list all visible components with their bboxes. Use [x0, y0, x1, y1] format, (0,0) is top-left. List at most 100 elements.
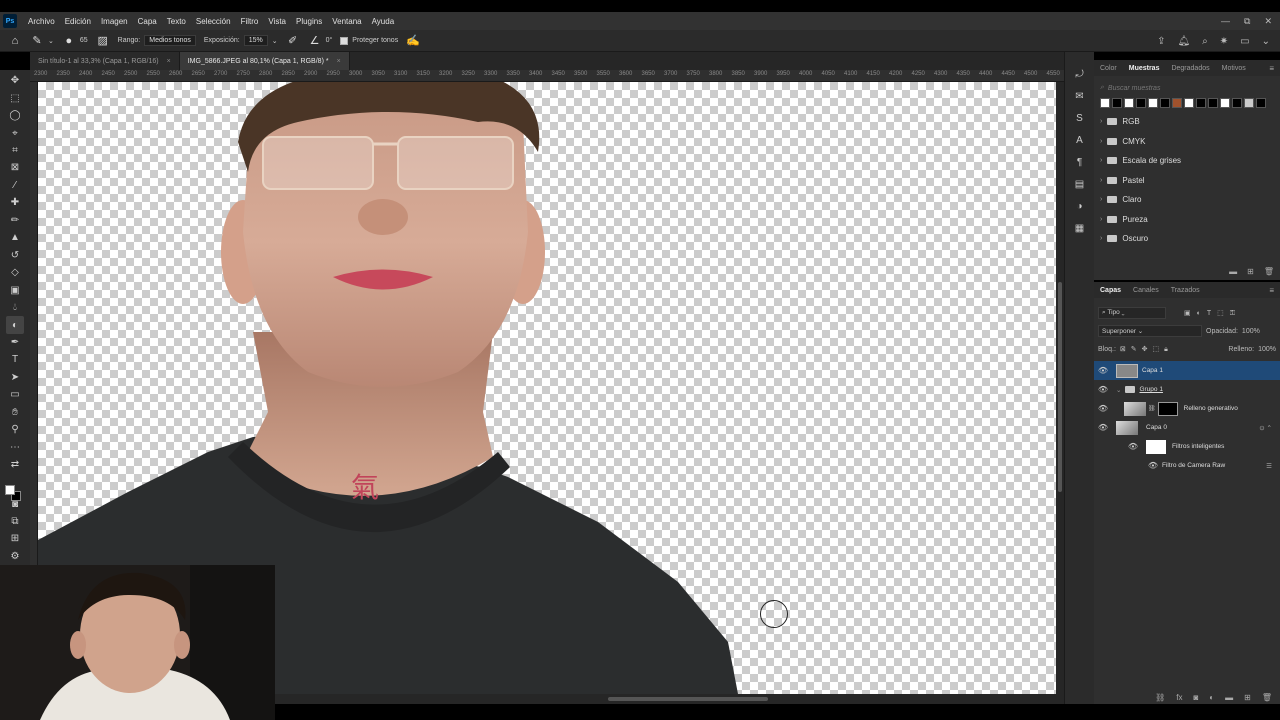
eye-icon[interactable]: 👁︎ — [1094, 423, 1112, 432]
chevron-down-icon[interactable]: ⌄ — [1116, 386, 1121, 394]
color-swatch[interactable] — [1136, 98, 1146, 108]
default-colors-icon[interactable]: ⇄ — [6, 456, 24, 473]
group-row[interactable]: 👁︎ ⌄ Grupo 1 — [1094, 380, 1280, 399]
tab-document-2[interactable]: IMG_5866.JPEG al 80,1% (Capa 1, RGB/8) *… — [179, 52, 350, 70]
scrollbar-thumb[interactable] — [1058, 282, 1062, 492]
home-icon[interactable]: ⌂ — [8, 34, 22, 48]
filter-type-icons[interactable]: ▣◐T⬚⚿ — [1184, 309, 1241, 318]
new-group-icon[interactable]: ▬ — [1225, 693, 1233, 702]
screen-mode-icon[interactable]: ⧉ — [6, 513, 24, 530]
brush-settings-icon[interactable]: ▨ — [96, 34, 110, 48]
color-swatch[interactable] — [1172, 98, 1182, 108]
artboard-icon[interactable]: ⊞ — [6, 530, 24, 547]
new-swatch-icon[interactable]: ⊞ — [1247, 267, 1254, 276]
panel-menu-icon[interactable]: ≡ — [1269, 286, 1274, 295]
history-brush-tool-icon[interactable]: ↺ — [6, 247, 24, 264]
chevron-right-icon[interactable]: › — [1100, 138, 1102, 145]
history-icon[interactable]: ⤾ — [1072, 66, 1088, 82]
tab-document-1[interactable]: Sin título-1 al 33,3% (Capa 1, RGB/16) × — [30, 52, 180, 70]
exposure-input[interactable]: 15% — [243, 35, 268, 46]
menu-archivo[interactable]: Archivo — [23, 17, 60, 26]
eraser-tool-icon[interactable]: ◇ — [6, 264, 24, 281]
chevron-right-icon[interactable]: › — [1100, 196, 1102, 203]
path-select-tool-icon[interactable]: ➤ — [6, 369, 24, 386]
range-select[interactable]: Medios tonos — [144, 35, 196, 46]
layer-name[interactable]: Relleno generativo — [1184, 405, 1238, 412]
tab-swatches[interactable]: Muestras — [1129, 65, 1160, 72]
swatch-folder[interactable]: › Pureza — [1094, 210, 1280, 230]
chevron-right-icon[interactable]: › — [1100, 118, 1102, 125]
burn-tool-icon[interactable]: ◐ — [6, 316, 24, 334]
close-icon[interactable]: × — [167, 58, 171, 65]
menu-plugins[interactable]: Plugins — [291, 17, 327, 26]
tab-patterns[interactable]: Motivos — [1222, 65, 1246, 72]
chevron-right-icon[interactable]: › — [1100, 177, 1102, 184]
smart-filter-row[interactable]: 👁︎ Filtro de Camera Raw ☰ — [1094, 456, 1280, 475]
link-layers-icon[interactable]: ⛓ — [1155, 693, 1165, 702]
menu-texto[interactable]: Texto — [162, 17, 191, 26]
menu-ventana[interactable]: Ventana — [327, 17, 366, 26]
swatch-folder[interactable]: › Oscuro — [1094, 229, 1280, 249]
menu-seleccion[interactable]: Selección — [191, 17, 236, 26]
paragraph-icon[interactable]: ¶ — [1072, 154, 1088, 170]
character-icon[interactable]: A — [1072, 132, 1088, 148]
close-icon[interactable]: ✕ — [1264, 16, 1272, 27]
search-icon[interactable]: ⌕ — [1202, 36, 1208, 47]
color-swatch[interactable] — [1100, 98, 1110, 108]
chevron-down-icon[interactable]: ⌄ — [1262, 36, 1270, 47]
bell-icon[interactable]: 🔔︎ — [1177, 36, 1190, 47]
protect-tones-checkbox[interactable] — [340, 36, 349, 45]
menu-capa[interactable]: Capa — [133, 17, 162, 26]
blend-mode-select[interactable]: Superponer ⌄ — [1098, 325, 1202, 337]
delete-icon[interactable]: 🗑︎ — [1262, 693, 1272, 702]
properties-icon[interactable]: ▦ — [1072, 220, 1088, 236]
swatch-folder[interactable]: › Escala de grises — [1094, 151, 1280, 171]
link-icon[interactable]: ⛓ — [1148, 405, 1156, 412]
swatch-folder[interactable]: › RGB — [1094, 112, 1280, 132]
tab-channels[interactable]: Canales — [1133, 287, 1159, 294]
extras-icon[interactable]: ⚙ — [6, 548, 24, 565]
close-icon[interactable]: × — [337, 58, 341, 65]
styles-icon[interactable]: S — [1072, 110, 1088, 126]
healing-brush-tool-icon[interactable]: ✚ — [6, 194, 24, 211]
rectangle-tool-icon[interactable]: ▭ — [6, 386, 24, 403]
color-swatch[interactable] — [1244, 98, 1254, 108]
eye-icon[interactable]: 👁︎ — [1094, 385, 1112, 394]
chevron-right-icon[interactable]: › — [1100, 157, 1102, 164]
share-icon[interactable]: ⇪ — [1157, 36, 1165, 47]
stamp-tool-icon[interactable]: ▲ — [6, 229, 24, 246]
panel-menu-icon[interactable]: ≡ — [1269, 64, 1274, 73]
marquee-tool-icon[interactable]: ⬚ — [6, 89, 24, 106]
new-group-icon[interactable]: ▬ — [1229, 267, 1237, 276]
new-layer-icon[interactable]: ⊞ — [1244, 693, 1251, 702]
frame-tool-icon[interactable]: ⊠ — [6, 159, 24, 176]
layer-name[interactable]: Capa 0 — [1146, 424, 1167, 431]
hand-tool-icon[interactable]: ✋︎ — [6, 404, 24, 421]
eye-icon[interactable]: 👁︎ — [1144, 461, 1162, 470]
smart-filters-row[interactable]: 👁︎ Filtros inteligentes — [1094, 437, 1280, 456]
chevron-down-icon[interactable]: ⌄ — [272, 37, 278, 45]
layer-name[interactable]: Grupo 1 — [1139, 386, 1163, 393]
color-swatch[interactable] — [1256, 98, 1266, 108]
color-swatch[interactable] — [1112, 98, 1122, 108]
menu-filtro[interactable]: Filtro — [236, 17, 264, 26]
color-swatch[interactable] — [1160, 98, 1170, 108]
layer-name[interactable]: Filtro de Camera Raw — [1162, 462, 1225, 469]
discover-icon[interactable]: ✷ — [1220, 36, 1228, 47]
swatch-folder[interactable]: › CMYK — [1094, 132, 1280, 152]
protect-tones-toggle[interactable]: Proteger tonos — [340, 36, 398, 45]
eye-icon[interactable]: 👁︎ — [1094, 404, 1112, 413]
add-mask-icon[interactable]: ◙ — [1193, 693, 1198, 702]
move-tool-icon[interactable]: ✥ — [6, 72, 24, 89]
layer-name[interactable]: Filtros inteligentes — [1172, 443, 1224, 450]
eye-icon[interactable]: 👁︎ — [1094, 366, 1112, 375]
chevron-down-icon[interactable]: ⌄ — [48, 37, 54, 45]
type-tool-icon[interactable]: T — [6, 351, 24, 368]
minimize-icon[interactable]: — — [1221, 16, 1230, 26]
crop-tool-icon[interactable]: ⌗ — [6, 142, 24, 159]
opacity-input[interactable]: 100% — [1242, 328, 1260, 335]
color-swatch[interactable] — [1124, 98, 1134, 108]
layer-row[interactable]: 👁︎ Capa 0 ⊙ ⌃ — [1094, 418, 1280, 437]
layer-filter-select[interactable]: ⌕ Tipo ⌄ — [1098, 307, 1166, 319]
menu-edicion[interactable]: Edición — [60, 17, 96, 26]
